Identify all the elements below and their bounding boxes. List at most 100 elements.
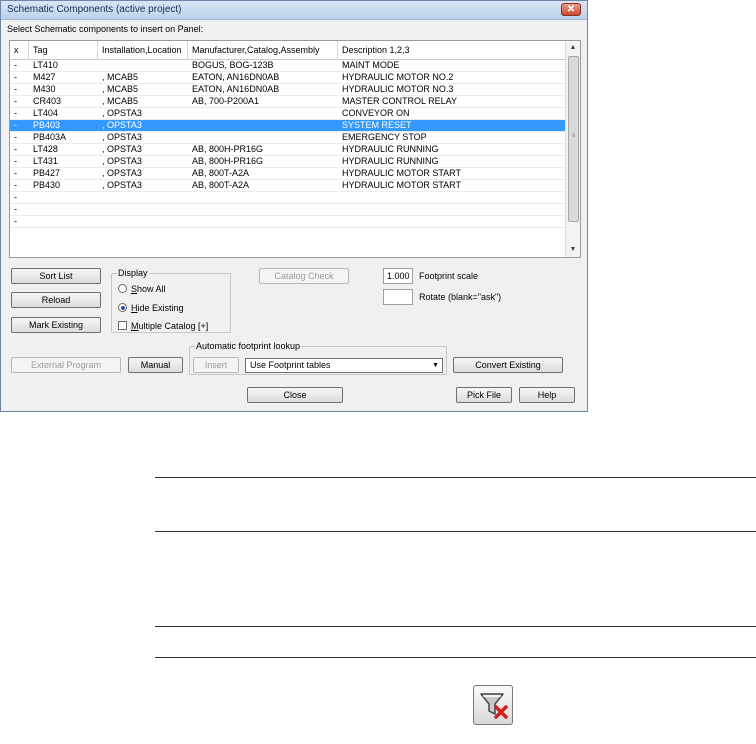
cell-x: - bbox=[14, 168, 17, 178]
help-button[interactable]: Help bbox=[519, 387, 575, 403]
scroll-up-arrow-icon[interactable]: ▲ bbox=[566, 41, 580, 55]
multiple-catalog-label[interactable]: Multiple Catalog [+] bbox=[131, 321, 208, 331]
vertical-scrollbar[interactable]: ▲ ≡ ▼ bbox=[565, 41, 580, 257]
filter-remove-icon[interactable] bbox=[473, 685, 513, 725]
column-header-tag[interactable]: Tag bbox=[29, 41, 98, 59]
components-table[interactable]: x Tag Installation,Location Manufacturer… bbox=[9, 40, 581, 258]
cell-manufacturer bbox=[188, 132, 338, 143]
cell-location: , MCAB5 bbox=[102, 84, 139, 94]
footprint-lookup-select[interactable]: Use Footprint tables ▼ bbox=[245, 358, 443, 373]
cell-tag: M430 bbox=[33, 84, 56, 94]
table-row[interactable]: - bbox=[10, 204, 565, 216]
table-row[interactable]: - M427 , MCAB5 EATON, AN16DN0AB HYDRAULIC MO… bbox=[10, 72, 565, 84]
cell-tag: LT410 bbox=[33, 60, 58, 70]
cell-manufacturer bbox=[188, 216, 338, 227]
column-header-x[interactable]: x bbox=[10, 41, 29, 59]
sort-list-button[interactable]: Sort List bbox=[11, 268, 101, 284]
cell-location: , MCAB5 bbox=[102, 96, 139, 106]
convert-existing-button[interactable]: Convert Existing bbox=[453, 357, 563, 373]
cell-location: , MCAB5 bbox=[102, 72, 139, 82]
table-row[interactable]: - bbox=[10, 216, 565, 228]
divider-line bbox=[155, 657, 756, 658]
column-header-manufacturer[interactable]: Manufacturer,Catalog,Assembly bbox=[188, 41, 338, 59]
cell-manufacturer: AB, 800H-PR16G bbox=[192, 156, 264, 166]
cell-x: - bbox=[14, 108, 17, 118]
column-header-description[interactable]: Description 1,2,3 bbox=[338, 41, 565, 59]
cell-location bbox=[98, 60, 188, 71]
insert-button[interactable]: Insert bbox=[193, 357, 239, 373]
chevron-down-icon[interactable]: ▼ bbox=[432, 359, 439, 372]
close-button[interactable]: Close bbox=[247, 387, 343, 403]
cell-description: HYDRAULIC MOTOR START bbox=[342, 168, 462, 178]
cell-tag: LT431 bbox=[33, 156, 58, 166]
cell-x: - bbox=[14, 96, 17, 106]
cell-tag: PB430 bbox=[33, 180, 61, 190]
cell-description: HYDRAULIC RUNNING bbox=[342, 156, 439, 166]
divider-line bbox=[155, 626, 756, 627]
cell-tag bbox=[29, 216, 98, 227]
table-row[interactable]: - LT410 BOGUS, BOG-123B MAINT MODE bbox=[10, 60, 565, 72]
cell-location: , OPSTA3 bbox=[102, 108, 142, 118]
table-row[interactable]: - PB403 , OPSTA3 SYSTEM RESET bbox=[10, 120, 565, 132]
cell-tag: PB427 bbox=[33, 168, 61, 178]
cell-tag: LT428 bbox=[33, 144, 58, 154]
cell-location: , OPSTA3 bbox=[102, 156, 142, 166]
cell-tag: LT404 bbox=[33, 108, 58, 118]
cell-x: - bbox=[14, 204, 17, 214]
close-window-button[interactable]: ✕ bbox=[561, 3, 581, 16]
manual-button[interactable]: Manual bbox=[128, 357, 183, 373]
cell-x: - bbox=[14, 216, 17, 226]
display-group: Display Show All Hide Existing Multiple … bbox=[111, 268, 231, 333]
scrollbar-thumb[interactable]: ≡ bbox=[568, 56, 579, 222]
cell-description: CONVEYOR ON bbox=[342, 108, 410, 118]
cell-manufacturer: AB, 800H-PR16G bbox=[192, 144, 264, 154]
cell-x: - bbox=[14, 192, 17, 202]
cell-manufacturer: EATON, AN16DN0AB bbox=[192, 72, 280, 82]
scroll-down-arrow-icon[interactable]: ▼ bbox=[566, 243, 580, 257]
cell-tag: PB403A bbox=[33, 132, 67, 142]
table-row[interactable]: - PB427 , OPSTA3 AB, 800T-A2A HYDRAULIC MOTO… bbox=[10, 168, 565, 180]
hide-existing-label[interactable]: Hide Existing bbox=[131, 303, 184, 313]
external-program-button[interactable]: External Program bbox=[11, 357, 121, 373]
table-row[interactable]: - PB403A , OPSTA3 EMERGENCY STOP bbox=[10, 132, 565, 144]
cell-tag bbox=[29, 192, 98, 203]
divider-line bbox=[155, 477, 756, 478]
cell-location: , OPSTA3 bbox=[102, 132, 142, 142]
cell-manufacturer: AB, 800T-A2A bbox=[192, 168, 250, 178]
mark-existing-button[interactable]: Mark Existing bbox=[11, 317, 101, 333]
cell-description: HYDRAULIC RUNNING bbox=[342, 144, 439, 154]
cell-manufacturer: AB, 800T-A2A bbox=[192, 180, 250, 190]
cell-x: - bbox=[14, 156, 17, 166]
cell-description: MASTER CONTROL RELAY bbox=[342, 96, 458, 106]
reload-button[interactable]: Reload bbox=[11, 292, 101, 308]
cell-description: HYDRAULIC MOTOR NO.2 bbox=[342, 72, 454, 82]
cell-manufacturer bbox=[188, 192, 338, 203]
automatic-lookup-label: Automatic footprint lookup bbox=[195, 341, 302, 351]
cell-manufacturer: BOGUS, BOG-123B bbox=[192, 60, 274, 70]
title-bar[interactable]: Schematic Components (active project) ✕ bbox=[1, 1, 587, 20]
table-row[interactable]: - bbox=[10, 192, 565, 204]
hide-existing-radio[interactable] bbox=[118, 303, 127, 312]
show-all-label[interactable]: Show All bbox=[131, 284, 166, 294]
footprint-scale-label: Footprint scale bbox=[419, 271, 479, 281]
multiple-catalog-checkbox[interactable] bbox=[118, 321, 127, 330]
rotate-input[interactable] bbox=[383, 289, 413, 305]
cell-description: EMERGENCY STOP bbox=[342, 132, 427, 142]
table-row[interactable]: - LT404 , OPSTA3 CONVEYOR ON bbox=[10, 108, 565, 120]
table-row[interactable]: - CR403 , MCAB5 AB, 700-P200A1 MASTER CONTRO… bbox=[10, 96, 565, 108]
show-all-radio[interactable] bbox=[118, 284, 127, 293]
instruction-label: Select Schematic components to insert on… bbox=[7, 24, 204, 34]
column-header-location[interactable]: Installation,Location bbox=[98, 41, 188, 59]
table-row[interactable]: - PB430 , OPSTA3 AB, 800T-A2A HYDRAULIC MOTO… bbox=[10, 180, 565, 192]
cell-location: , OPSTA3 bbox=[102, 180, 142, 190]
footprint-scale-input[interactable]: 1.000 bbox=[383, 268, 413, 284]
table-row[interactable]: - LT428 , OPSTA3 AB, 800H-PR16G HYDRAULIC RU… bbox=[10, 144, 565, 156]
table-row[interactable]: - LT431 , OPSTA3 AB, 800H-PR16G HYDRAULIC RU… bbox=[10, 156, 565, 168]
cell-description: HYDRAULIC MOTOR START bbox=[342, 180, 462, 190]
cell-tag: CR403 bbox=[33, 96, 62, 106]
table-row[interactable]: - M430 , MCAB5 EATON, AN16DN0AB HYDRAULIC MO… bbox=[10, 84, 565, 96]
catalog-check-button[interactable]: Catalog Check bbox=[259, 268, 349, 284]
pick-file-button[interactable]: Pick File bbox=[456, 387, 512, 403]
filter-remove-icon-graphic bbox=[480, 693, 508, 719]
footprint-lookup-value: Use Footprint tables bbox=[250, 360, 331, 370]
